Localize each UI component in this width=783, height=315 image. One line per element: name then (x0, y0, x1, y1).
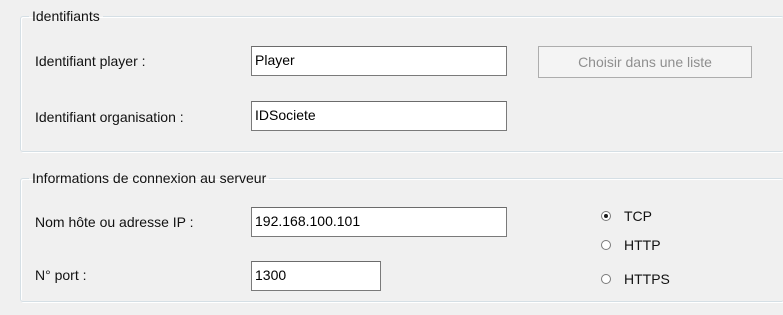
connection-settings-dialog: Identifiants Identifiant player : Player… (0, 0, 783, 315)
protocol-https-label: HTTPS (624, 271, 670, 287)
player-id-input[interactable]: Player (251, 46, 507, 76)
host-label: Nom hôte ou adresse IP : (35, 214, 194, 230)
server-connection-legend: Informations de connexion au serveur (32, 170, 267, 186)
radio-selected-dot (604, 214, 608, 218)
protocol-https-radio[interactable]: HTTPS (601, 270, 701, 290)
protocol-http-label: HTTP (624, 237, 661, 253)
organisation-id-label: Identifiant organisation : (35, 109, 184, 125)
choose-from-list-button[interactable]: Choisir dans une liste (538, 46, 752, 78)
port-label: N° port : (35, 267, 87, 283)
identifiants-legend: Identifiants (32, 8, 100, 24)
port-input[interactable]: 1300 (251, 261, 381, 291)
host-input[interactable]: 192.168.100.101 (251, 207, 507, 237)
radio-circle (601, 211, 611, 221)
protocol-tcp-radio[interactable]: TCP (601, 207, 701, 227)
organisation-id-input[interactable]: IDSociete (251, 101, 507, 131)
protocol-tcp-label: TCP (624, 208, 652, 224)
protocol-http-radio[interactable]: HTTP (601, 236, 701, 256)
radio-circle (601, 274, 611, 284)
player-id-label: Identifiant player : (35, 53, 146, 69)
radio-circle (601, 240, 611, 250)
